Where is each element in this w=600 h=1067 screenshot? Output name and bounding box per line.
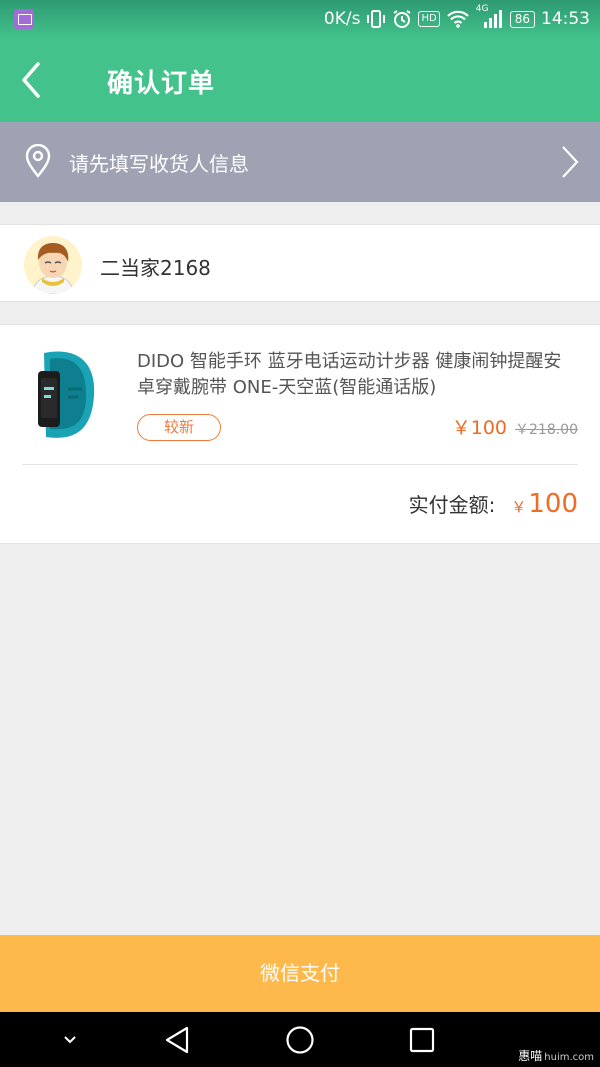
cellular-signal: 4G xyxy=(476,4,504,30)
app-header: 确认订单 xyxy=(0,40,600,122)
chevron-down-icon xyxy=(64,1035,76,1043)
address-prompt: 请先填写收货人信息 xyxy=(69,152,249,176)
alarm-icon xyxy=(393,10,412,28)
nav-hide-button[interactable] xyxy=(50,1012,90,1067)
condition-badge: 较新 xyxy=(137,414,221,441)
nav-home-button[interactable] xyxy=(278,1012,322,1067)
status-bar: 0K/s HD 4G 86 14:53 xyxy=(0,0,600,40)
status-indicators: 0K/s HD 4G 86 14:53 xyxy=(323,4,590,32)
gallery-notification-icon xyxy=(14,9,34,29)
watermark: 惠喵 huim.com xyxy=(518,1047,594,1064)
total-amount: 100 xyxy=(528,489,578,519)
price-row: ￥100 ￥218.00 xyxy=(452,413,578,440)
page-title: 确认订单 xyxy=(107,69,216,99)
battery-level: 86 xyxy=(509,10,535,28)
seller-avatar xyxy=(24,236,82,294)
hd-badge: HD xyxy=(418,11,440,27)
seller-name: 二当家2168 xyxy=(100,256,211,280)
nav-recents-button[interactable] xyxy=(400,1012,444,1067)
total-currency: ￥ xyxy=(511,498,527,516)
location-pin-icon xyxy=(25,144,51,178)
circle-home-icon xyxy=(286,1025,314,1054)
vibrate-icon xyxy=(367,10,386,28)
wechat-pay-button[interactable]: 微信支付 xyxy=(0,935,600,1012)
order-card: DIDO 智能手环 蓝牙电话运动计步器 健康闹钟提醒安卓穿戴腕带 ONE-天空蓝… xyxy=(0,324,600,544)
watermark-url: huim.com xyxy=(544,1052,594,1063)
cartoon-avatar-icon xyxy=(24,236,82,294)
nav-back-button[interactable] xyxy=(155,1012,199,1067)
divider xyxy=(22,464,578,465)
product-thumbnail[interactable] xyxy=(24,345,112,445)
sale-price: ￥100 xyxy=(451,417,507,439)
wifi-icon xyxy=(446,10,469,28)
square-recents-icon xyxy=(409,1027,435,1052)
total-label: 实付金额: xyxy=(408,493,496,517)
chevron-right-icon xyxy=(562,146,579,178)
seller-row[interactable]: 二当家2168 xyxy=(0,224,600,302)
watermark-brand: 惠喵 xyxy=(518,1049,543,1063)
address-selector[interactable]: 请先填写收货人信息 xyxy=(0,122,600,202)
system-nav-bar: 惠喵 huim.com xyxy=(0,1012,600,1067)
product-title[interactable]: DIDO 智能手环 蓝牙电话运动计步器 健康闹钟提醒安卓穿戴腕带 ONE-天空蓝… xyxy=(137,349,577,401)
smart-band-image xyxy=(38,351,95,438)
net-speed: 0K/s xyxy=(323,9,361,29)
triangle-back-icon xyxy=(165,1026,189,1053)
original-price: ￥218.00 xyxy=(515,422,578,438)
total-row: 实付金额: ￥ 100 xyxy=(409,489,578,519)
back-arrow-icon[interactable] xyxy=(14,56,54,104)
signal-icon xyxy=(483,10,502,28)
clock: 14:53 xyxy=(541,9,590,29)
